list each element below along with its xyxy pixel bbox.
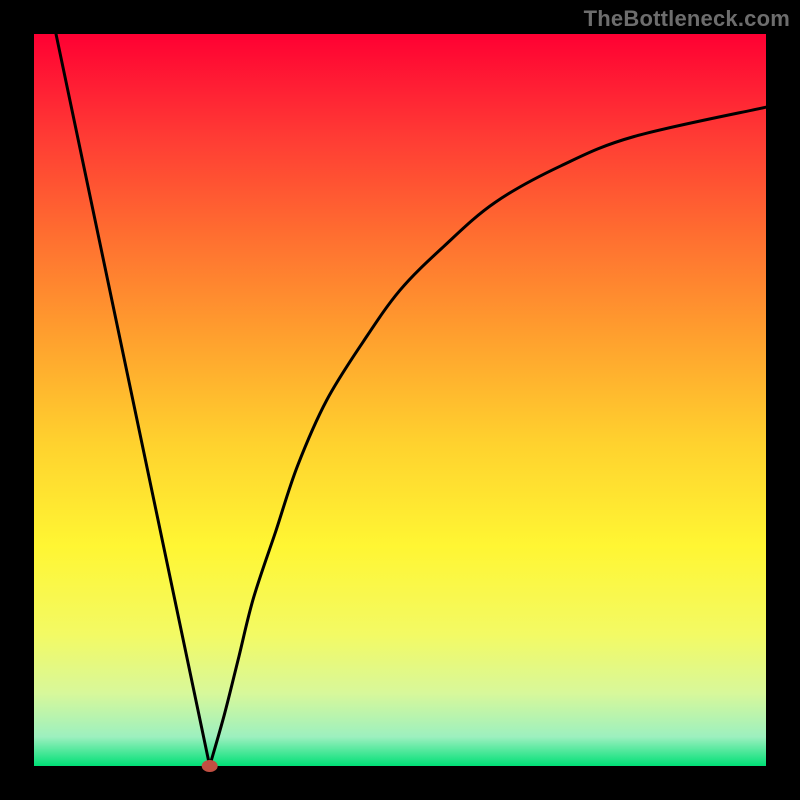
curve-svg <box>34 34 766 766</box>
plot-area <box>34 34 766 766</box>
chart-container: TheBottleneck.com <box>0 0 800 800</box>
curve-segment-a <box>56 34 210 766</box>
minimum-marker <box>202 760 218 772</box>
watermark-text: TheBottleneck.com <box>584 6 790 32</box>
curve-segment-b <box>210 107 766 766</box>
